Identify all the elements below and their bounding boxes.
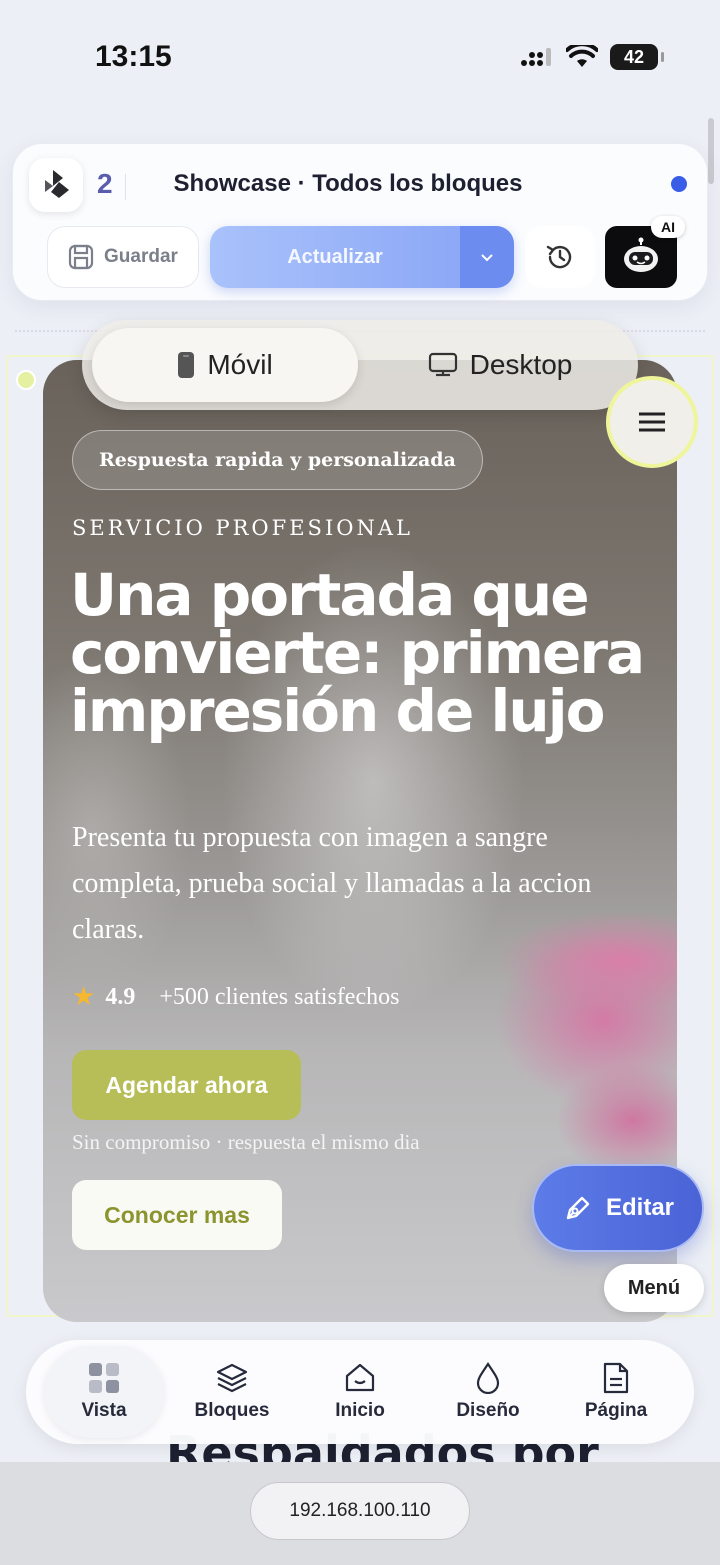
monitor-icon xyxy=(428,352,457,377)
tab-mobile-label: Móvil xyxy=(207,349,273,380)
chevron-down-icon xyxy=(481,254,493,262)
nav-item-inicio[interactable]: Inicio xyxy=(300,1346,420,1438)
nav-item-diseno[interactable]: Diseño xyxy=(428,1346,548,1438)
ai-badge: AI xyxy=(651,216,685,238)
history-button[interactable] xyxy=(525,226,595,288)
tab-desktop-label: Desktop xyxy=(469,349,573,380)
update-dropdown-button[interactable] xyxy=(460,226,514,288)
block-handle[interactable] xyxy=(16,370,36,390)
menu-button[interactable]: Menú xyxy=(604,1264,704,1312)
hamburger-icon xyxy=(639,412,665,432)
nav-label: Diseño xyxy=(456,1400,520,1421)
update-button[interactable]: Actualizar xyxy=(210,226,514,288)
save-icon xyxy=(68,244,94,270)
signal-icon xyxy=(521,48,551,66)
save-label: Guardar xyxy=(104,246,178,267)
hero-headline: Una portada que convierte: primera impre… xyxy=(70,561,645,745)
tab-desktop[interactable]: Desktop xyxy=(372,328,628,402)
status-dot xyxy=(671,176,687,192)
rating-value: 4.9 xyxy=(105,983,136,1010)
tab-mobile[interactable]: Móvil xyxy=(92,328,358,402)
nav-label: Vista xyxy=(81,1400,127,1421)
save-button[interactable]: Guardar xyxy=(47,226,199,288)
nav-item-pagina[interactable]: Página xyxy=(556,1346,676,1438)
hero-pill: Respuesta rapida y personalizada xyxy=(72,430,483,490)
cta-secondary-button[interactable]: Conocer mas xyxy=(72,1180,282,1250)
page-icon xyxy=(603,1362,629,1394)
nav-label: Bloques xyxy=(194,1400,270,1421)
hero-menu-button[interactable] xyxy=(606,376,698,468)
star-icon: ★ xyxy=(72,982,96,1011)
editor-toolbar: 2 Showcase · Todos los bloques Guardar A… xyxy=(12,143,708,301)
divider xyxy=(125,174,126,200)
clients-count: +500 clientes satisfechos xyxy=(159,983,400,1010)
cta-note: Sin compromiso · respuesta el mismo dia xyxy=(72,1130,420,1154)
edit-label: Editar xyxy=(605,1194,674,1221)
droplet-icon xyxy=(476,1362,500,1394)
home-icon xyxy=(345,1363,375,1392)
status-icons: 42 xyxy=(520,44,664,70)
document-title: Showcase · Todos los bloques xyxy=(173,170,523,197)
bottom-navigation: Vista Bloques Inicio Diseño Página xyxy=(26,1340,694,1444)
update-label[interactable]: Actualizar xyxy=(210,226,460,288)
pen-icon xyxy=(566,1196,590,1220)
phone-icon xyxy=(178,352,195,378)
nav-item-bloques[interactable]: Bloques xyxy=(172,1346,292,1438)
url-field[interactable]: 192.168.100.110 xyxy=(250,1482,470,1540)
hero-rating: ★ 4.9 +500 clientes satisfechos xyxy=(72,982,399,1012)
hero-description: Presenta tu propuesta con imagen a sangr… xyxy=(72,822,592,945)
scrollbar[interactable] xyxy=(708,118,714,184)
battery-indicator: 42 xyxy=(610,44,664,70)
block-count: 2 xyxy=(97,168,113,199)
nav-label: Inicio xyxy=(335,1400,385,1421)
robot-icon xyxy=(624,237,658,272)
cta-primary-button[interactable]: Agendar ahora xyxy=(72,1050,301,1120)
history-icon xyxy=(546,245,572,269)
edit-button[interactable]: Editar xyxy=(532,1164,704,1252)
nav-item-vista[interactable]: Vista xyxy=(44,1346,164,1438)
app-logo[interactable] xyxy=(29,158,83,212)
app-logo-icon xyxy=(45,170,69,198)
hero-eyebrow: SERVICIO PROFESIONAL xyxy=(72,516,413,540)
wifi-icon xyxy=(566,45,598,67)
nav-label: Página xyxy=(584,1400,648,1421)
layers-icon xyxy=(216,1363,248,1393)
browser-bar: 192.168.100.110 xyxy=(0,1462,720,1565)
grid-icon xyxy=(89,1363,119,1393)
device-toggle: Móvil Desktop xyxy=(82,320,638,410)
status-time: 13:15 xyxy=(95,40,172,73)
